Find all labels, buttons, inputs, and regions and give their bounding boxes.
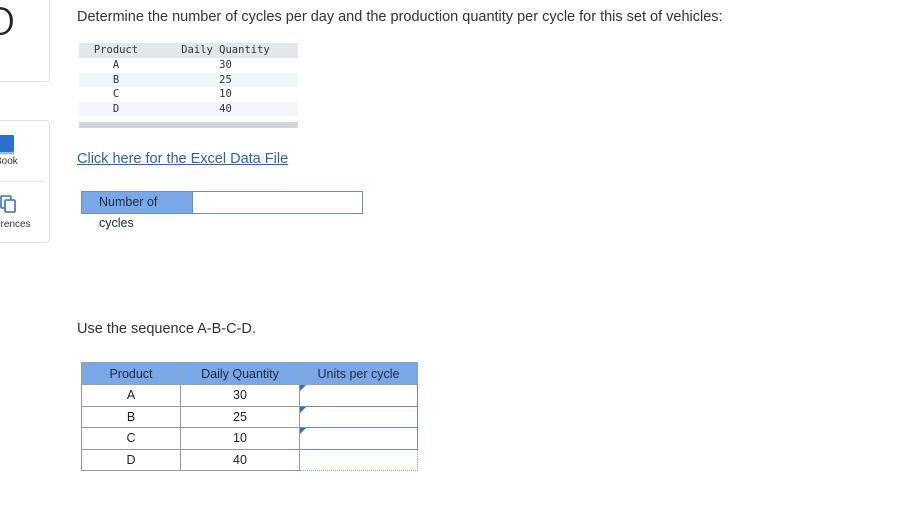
excel-data-file-link[interactable]: Click here for the Excel Data File	[77, 151, 288, 167]
units-cell	[299, 448, 418, 471]
data-product: B	[112, 73, 120, 86]
header-units-per-cycle: Units per cycle	[299, 362, 418, 385]
data-header-quantity: Daily Quantity	[181, 44, 270, 56]
references-icon	[0, 195, 16, 218]
input-marker-icon	[300, 385, 306, 391]
data-product: A	[112, 59, 120, 71]
quantity-cell: 25	[180, 405, 300, 428]
number-of-cycles-row: Number of cycles	[81, 191, 363, 230]
header-product: Product	[81, 362, 181, 385]
data-table-row: C 10	[79, 87, 298, 102]
number-of-cycles-cell	[192, 192, 362, 213]
question-number-card: 6	[0, 0, 50, 82]
table-row: D 40	[81, 448, 418, 471]
quantity-cell: 10	[180, 427, 300, 450]
data-product: D	[112, 102, 120, 115]
data-table-row: B 25	[79, 72, 298, 87]
ebook-label: Book	[0, 156, 18, 167]
data-header-product: Product	[93, 44, 139, 56]
units-per-cycle-input-a[interactable]	[300, 385, 417, 405]
units-per-cycle-table: Product Daily Quantity Units per cycle A…	[81, 362, 418, 471]
rail-divider	[0, 181, 44, 182]
table-row: A 30	[81, 384, 418, 407]
units-per-cycle-input-d[interactable]	[300, 450, 417, 470]
question-prompt: Determine the number of cycles per day a…	[77, 9, 723, 25]
question-number: 6	[0, 0, 18, 43]
input-marker-icon	[300, 428, 306, 434]
data-table-scrollbar[interactable]	[79, 122, 298, 128]
header-daily-quantity: Daily Quantity	[180, 362, 300, 385]
units-cell	[299, 384, 418, 407]
sequence-instruction: Use the sequence A-B-C-D.	[77, 321, 256, 337]
data-table-header: Product Daily Quantity	[79, 43, 298, 58]
data-product: C	[112, 88, 120, 100]
product-cell: A	[81, 384, 181, 407]
product-cell: D	[81, 448, 181, 471]
data-table-row: D 40	[79, 101, 298, 116]
data-quantity: 40	[219, 102, 232, 115]
product-cell: C	[81, 427, 181, 450]
ebook-button[interactable]: Book	[0, 127, 44, 187]
table-row: C 10	[81, 427, 418, 450]
number-of-cycles-input[interactable]	[192, 192, 362, 213]
data-quantity: 30	[219, 59, 232, 71]
data-quantity: 10	[219, 88, 232, 100]
daily-quantity-data-table: Product Daily Quantity A 30 B 25 C 10 D …	[79, 43, 298, 128]
data-quantity: 25	[219, 73, 232, 86]
product-cell: B	[81, 405, 181, 428]
quantity-cell: 40	[180, 448, 300, 471]
units-cell	[299, 405, 418, 428]
data-table-row: A 30	[79, 58, 298, 73]
rail-tools: Book erences	[0, 120, 50, 243]
units-cell	[299, 427, 418, 450]
number-of-cycles-label: Number of cycles	[82, 192, 192, 230]
input-marker-icon	[300, 406, 306, 413]
units-per-cycle-input-c[interactable]	[300, 428, 417, 448]
table-row: B 25	[81, 405, 418, 428]
units-table-header: Product Daily Quantity Units per cycle	[81, 362, 418, 385]
references-label: erences	[0, 219, 31, 230]
units-per-cycle-input-b[interactable]	[300, 407, 417, 427]
quantity-cell: 30	[180, 384, 300, 407]
references-button[interactable]: erences	[0, 183, 44, 243]
